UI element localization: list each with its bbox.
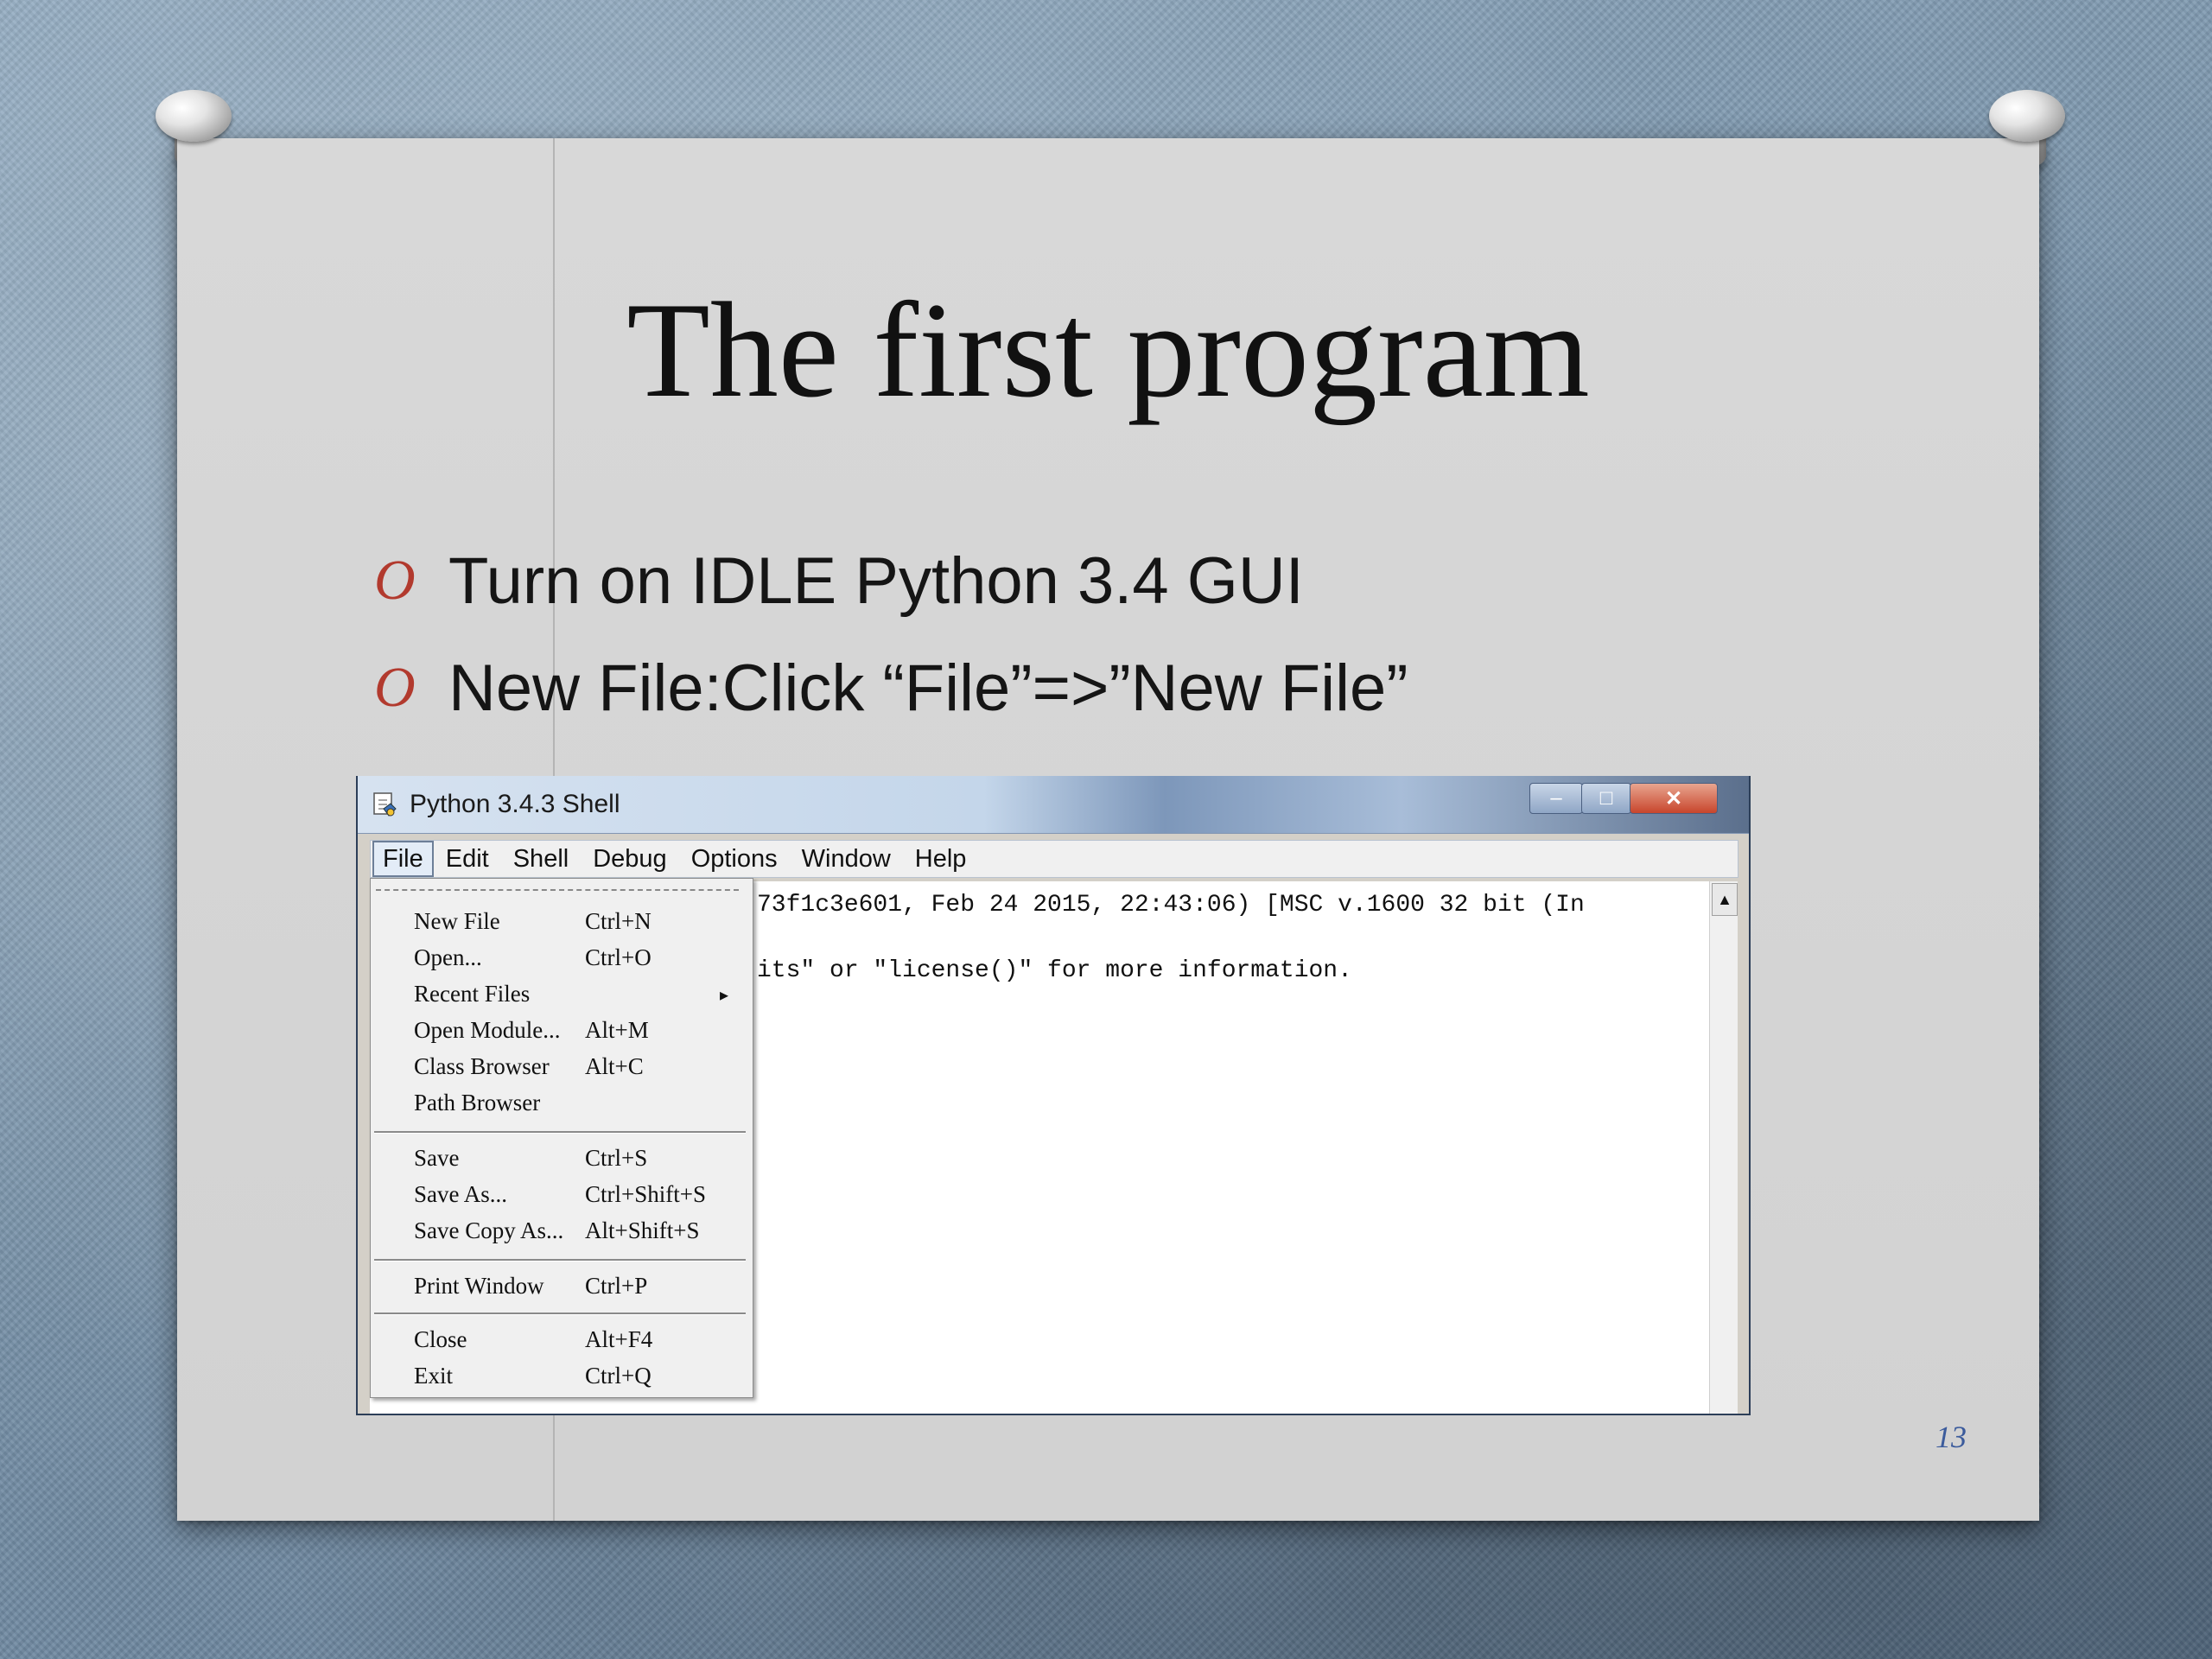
shell-line: 73f1c3e601, Feb 24 2015, 22:43:06) [MSC … [757,892,1585,918]
maximize-button[interactable]: □ [1581,783,1631,814]
idle-shell-window: Python 3.4.3 Shell – □ ✕ File Edit Shell… [356,776,1751,1415]
menu-item-label: Print Window [414,1273,544,1299]
menu-item-close[interactable]: Close Alt+F4 [371,1323,753,1357]
menu-item-exit[interactable]: Exit Ctrl+Q [371,1359,753,1394]
menu-item-path-browser[interactable]: Path Browser [371,1086,753,1121]
vertical-scrollbar[interactable]: ▲ [1709,881,1738,1414]
menu-item-class-browser[interactable]: Class Browser Alt+C [371,1050,753,1084]
close-button[interactable]: ✕ [1630,783,1718,814]
menu-item-open-module[interactable]: Open Module... Alt+M [371,1014,753,1048]
python-app-icon [373,792,397,817]
menu-item-shortcut: Alt+C [585,1053,644,1079]
menu-item-shortcut: Alt+F4 [585,1326,653,1352]
menu-item-shortcut: Ctrl+Q [585,1363,652,1389]
bullet-text: Turn on IDLE Python 3.4 GUI [448,543,1304,618]
menu-item-label: New File [414,908,500,934]
chevron-up-icon: ▲ [1717,891,1732,908]
menu-item-label: Save [414,1145,460,1171]
close-icon: ✕ [1664,786,1683,810]
pushpin-head [1989,90,2065,142]
menu-item-label: Open Module... [414,1017,561,1043]
menu-separator [374,1259,746,1262]
menu-item-shortcut: Alt+M [585,1017,649,1043]
menu-separator [374,1131,746,1134]
bullet-mark: O [374,656,416,719]
maximize-icon: □ [1599,786,1613,810]
menu-item-shortcut: Ctrl+Shift+S [585,1181,706,1207]
menu-bar: File Edit Shell Debug Options Window Hel… [370,840,1738,878]
menu-item-label: Save As... [414,1181,507,1207]
slide-paper: The first program O Turn on IDLE Python … [177,138,2039,1521]
menu-debug[interactable]: Debug [581,842,678,875]
menu-item-save[interactable]: Save Ctrl+S [371,1141,753,1176]
page-number: 13 [1936,1420,1967,1454]
tearoff-line[interactable] [376,889,739,891]
menu-item-shortcut: Ctrl+O [585,944,652,970]
shell-line: its" or "license()" for more information… [757,957,1352,984]
bullet-item: O Turn on IDLE Python 3.4 GUI [374,527,1408,634]
menu-item-open[interactable]: Open... Ctrl+O [371,941,753,976]
menu-item-label: Path Browser [414,1090,541,1116]
menu-item-shortcut: Alt+Shift+S [585,1217,700,1243]
menu-item-label: Close [414,1326,467,1352]
menu-item-label: Class Browser [414,1053,550,1079]
minimize-icon: – [1550,786,1562,810]
menu-item-save-copy-as[interactable]: Save Copy As... Alt+Shift+S [371,1214,753,1249]
minimize-button[interactable]: – [1529,783,1583,814]
menu-shell[interactable]: Shell [501,842,582,875]
menu-edit[interactable]: Edit [434,842,501,875]
bullet-item: O New File:Click “File”=>”New File” [374,634,1408,741]
menu-item-shortcut: Ctrl+N [585,908,652,934]
file-menu-dropdown: New File Ctrl+N Open... Ctrl+O Recent Fi… [370,878,753,1398]
menu-window[interactable]: Window [790,842,903,875]
menu-item-shortcut: Ctrl+P [585,1273,648,1299]
menu-item-recent-files[interactable]: Recent Files ▸ [371,977,753,1012]
window-titlebar[interactable]: Python 3.4.3 Shell – □ ✕ [358,776,1749,834]
menu-help[interactable]: Help [903,842,979,875]
menu-item-label: Exit [414,1363,453,1389]
menu-item-shortcut: Ctrl+S [585,1145,648,1171]
menu-options[interactable]: Options [679,842,790,875]
menu-file[interactable]: File [372,841,434,877]
menu-separator [374,1313,746,1315]
window-title: Python 3.4.3 Shell [410,790,620,818]
bullet-list: O Turn on IDLE Python 3.4 GUI O New File… [374,527,1408,741]
menu-item-label: Recent Files [414,981,531,1007]
pushpin-head [156,90,232,142]
slide-title: The first program [626,275,1590,426]
menu-item-print-window[interactable]: Print Window Ctrl+P [371,1269,753,1304]
scroll-up-button[interactable]: ▲ [1712,883,1738,916]
bullet-text: New File:Click “File”=>”New File” [448,651,1408,725]
bullet-mark: O [374,549,416,612]
submenu-arrow-icon: ▸ [720,986,729,1005]
menu-item-new-file[interactable]: New File Ctrl+N [371,905,753,939]
menu-item-label: Open... [414,944,482,970]
menu-item-save-as[interactable]: Save As... Ctrl+Shift+S [371,1178,753,1212]
menu-item-label: Save Copy As... [414,1217,564,1243]
